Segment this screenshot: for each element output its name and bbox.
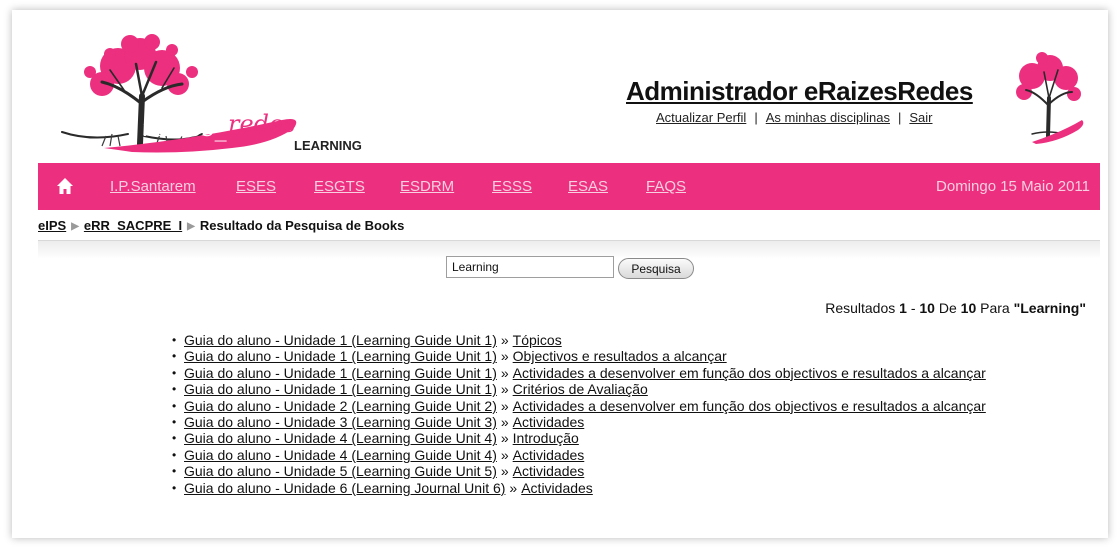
nav-item-faqs[interactable]: FAQS [646, 178, 686, 195]
result-book-link[interactable]: Guia do aluno - Unidade 5 (Learning Guid… [184, 463, 497, 479]
breadcrumb-separator-icon: ▶ [187, 221, 195, 232]
breadcrumb-current: Resultado da Pesquisa de Books [199, 218, 405, 233]
result-book-link[interactable]: Guia do aluno - Unidade 4 (Learning Guid… [184, 430, 497, 446]
home-icon[interactable] [56, 177, 74, 195]
result-chapter-link[interactable]: Introdução [513, 430, 579, 446]
link-separator: | [897, 110, 902, 125]
result-separator: » [500, 430, 509, 447]
list-item: Guia do aluno - Unidade 5 (Learning Guid… [172, 463, 986, 480]
list-item: Guia do aluno - Unidade 3 (Learning Guid… [172, 414, 986, 431]
summary-total: 10 [960, 300, 977, 316]
svg-text:raizes_: raizes_ [142, 114, 227, 142]
result-separator: » [500, 446, 509, 463]
result-book-link[interactable]: Guia do aluno - Unidade 6 (Learning Jour… [184, 480, 505, 496]
update-profile-link[interactable]: Actualizar Perfil [656, 110, 746, 125]
result-separator: » [500, 332, 509, 348]
page-frame: raizes_ redes LEARNING Administrador eRa… [12, 10, 1108, 538]
result-separator: » [500, 414, 509, 431]
nav-item-ipsantarem[interactable]: I.P.Santarem [110, 178, 196, 195]
summary-from: 1 [899, 300, 907, 316]
breadcrumb-link-course[interactable]: eRR_SACPRE_I [84, 218, 182, 233]
result-chapter-link[interactable]: Actividades a desenvolver em função dos … [513, 365, 986, 381]
result-book-link[interactable]: Guia do aluno - Unidade 1 (Learning Guid… [184, 348, 497, 364]
current-date: Domingo 15 Maio 2011 [936, 178, 1090, 195]
breadcrumb-separator-icon: ▶ [71, 221, 79, 232]
summary-query: "Learning" [1013, 300, 1086, 316]
summary-prefix: Resultados [825, 300, 896, 316]
result-separator: » [500, 397, 509, 414]
list-item: Guia do aluno - Unidade 2 (Learning Guid… [172, 397, 986, 415]
list-item: Guia do aluno - Unidade 4 (Learning Guid… [172, 446, 986, 464]
nav-item-esss[interactable]: ESSS [492, 178, 532, 195]
result-book-link[interactable]: Guia do aluno - Unidade 4 (Learning Guid… [184, 447, 497, 463]
nav-item-eses[interactable]: ESES [236, 178, 276, 195]
summary-dash: - [910, 300, 916, 316]
list-item: Guia do aluno - Unidade 1 (Learning Guid… [172, 364, 986, 382]
list-item: Guia do aluno - Unidade 1 (Learning Guid… [172, 381, 986, 398]
breadcrumb: eIPS ▶ eRR_SACPRE_I ▶ Resultado da Pesquisa … [38, 218, 404, 233]
list-item: Guia do aluno - Unidade 6 (Learning Jour… [172, 479, 986, 497]
list-item: Guia do aluno - Unidade 4 (Learning Guid… [172, 430, 986, 447]
logout-link[interactable]: Sair [909, 110, 932, 125]
svg-text:LEARNING: LEARNING [294, 138, 362, 153]
page-title[interactable]: Administrador eRaizesRedes [626, 76, 973, 107]
result-separator: » [500, 364, 509, 381]
result-chapter-link[interactable]: Objectivos e resultados a alcançar [513, 348, 727, 364]
search-button[interactable]: Pesquisa [618, 258, 694, 279]
results-list: Guia do aluno - Unidade 1 (Learning Guid… [172, 332, 986, 496]
result-separator: » [500, 381, 509, 398]
breadcrumb-link-eips[interactable]: eIPS [38, 218, 66, 233]
result-book-link[interactable]: Guia do aluno - Unidade 1 (Learning Guid… [184, 332, 497, 348]
result-chapter-link[interactable]: Actividades a desenvolver em função dos … [513, 398, 986, 414]
nav-item-esdrm[interactable]: ESDRM [400, 178, 454, 195]
tree-decoration [1016, 52, 1084, 144]
result-separator: » [500, 463, 509, 480]
result-chapter-link[interactable]: Actividades [521, 480, 593, 496]
summary-for-label: Para [980, 300, 1010, 316]
my-courses-link[interactable]: As minhas disciplinas [766, 110, 890, 125]
link-separator: | [754, 110, 758, 125]
list-item: Guia do aluno - Unidade 1 (Learning Guid… [172, 332, 986, 349]
result-separator: » [500, 348, 509, 365]
result-chapter-link[interactable]: Actividades [513, 447, 585, 463]
summary-to: 10 [919, 300, 935, 316]
result-chapter-link[interactable]: Critérios de Avaliação [513, 381, 648, 397]
results-summary: Resultados 1 - 10 De 10 Para "Learning" [825, 300, 1086, 316]
eraizes-redes-logo[interactable]: raizes_ redes LEARNING [32, 24, 372, 164]
result-book-link[interactable]: Guia do aluno - Unidade 3 (Learning Guid… [184, 414, 497, 430]
list-item: Guia do aluno - Unidade 1 (Learning Guid… [172, 348, 986, 365]
nav-item-esas[interactable]: ESAS [568, 178, 608, 195]
result-chapter-link[interactable]: Tópicos [513, 332, 562, 348]
result-book-link[interactable]: Guia do aluno - Unidade 1 (Learning Guid… [184, 381, 497, 397]
result-chapter-link[interactable]: Actividades [513, 463, 585, 479]
result-chapter-link[interactable]: Actividades [513, 414, 585, 430]
result-book-link[interactable]: Guia do aluno - Unidade 2 (Learning Guid… [184, 398, 497, 414]
result-book-link[interactable]: Guia do aluno - Unidade 1 (Learning Guid… [184, 365, 497, 381]
summary-of-label: De [938, 300, 957, 316]
search-input[interactable] [446, 256, 614, 278]
main-nav: I.P.Santarem ESES ESGTS ESDRM ESSS ESAS … [38, 163, 1100, 210]
nav-item-esgts[interactable]: ESGTS [314, 178, 365, 195]
result-separator: » [509, 479, 518, 496]
svg-text:redes: redes [228, 110, 296, 138]
profile-links: Actualizar Perfil | As minhas disciplinas |… [656, 110, 933, 125]
